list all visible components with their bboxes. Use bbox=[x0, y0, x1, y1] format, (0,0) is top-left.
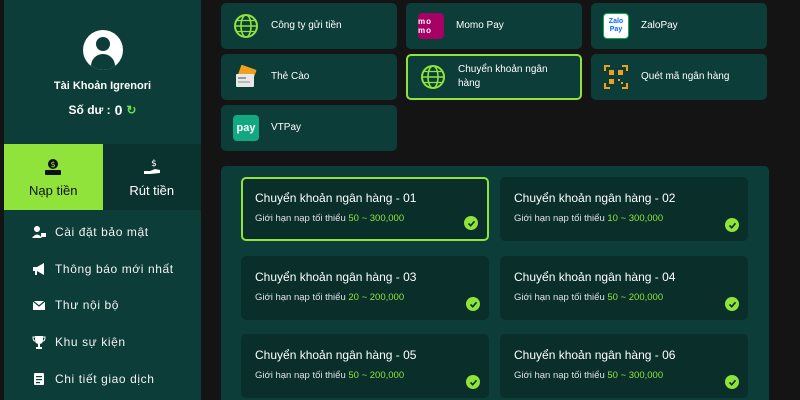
tab-deposit-label: Nạp tiền bbox=[29, 182, 78, 198]
megaphone-icon bbox=[32, 262, 46, 276]
channel-range: 50 ~ 300,000 bbox=[607, 370, 664, 381]
payment-method-label: Momo Pay bbox=[456, 20, 504, 31]
payment-method-bank-transfer[interactable]: Chuyển khoản ngân hàng bbox=[406, 54, 582, 100]
fund-tabs: $ Nạp tiền $ Rút tiền bbox=[4, 144, 201, 210]
payment-method-label: ZaloPay bbox=[641, 20, 678, 31]
payment-method-card[interactable]: Thẻ Cào bbox=[221, 54, 397, 100]
tab-withdraw-label: Rút tiền bbox=[129, 182, 175, 198]
channel-title: Chuyển khoản ngân hàng - 06 bbox=[514, 348, 676, 362]
mail-icon bbox=[32, 298, 46, 312]
payment-method-label: VTPay bbox=[271, 122, 302, 133]
channel-range: 20 ~ 200,000 bbox=[348, 292, 405, 303]
menu-item-label: Khu sự kiện bbox=[55, 335, 126, 350]
vtpay-icon: pay bbox=[233, 115, 259, 141]
channel-card-03[interactable]: Chuyển khoản ngân hàng - 03 Giới hạn nạp… bbox=[241, 256, 489, 320]
menu-item-inbox[interactable]: Thư nội bộ bbox=[4, 287, 201, 324]
check-icon bbox=[466, 375, 480, 389]
zalopay-icon: Zalo Pay bbox=[603, 13, 629, 39]
channel-limit: Giới hạn nạp tối thiểu 50 ~ 300,000 bbox=[255, 213, 405, 224]
payment-method-vtpay[interactable]: pay VTPay bbox=[221, 105, 397, 151]
channel-limit: Giới hạn nạp tối thiểu 50 ~ 200,000 bbox=[514, 292, 664, 303]
channel-panel: Chuyển khoản ngân hàng - 01 Giới hạn nạp… bbox=[221, 166, 769, 400]
deposit-page: Tài Khoản Igrenori Số dư : 0 ↻ $ Nạp tiề… bbox=[0, 0, 800, 400]
payment-method-label: Chuyển khoản ngân hàng bbox=[458, 64, 548, 89]
balance: Số dư : 0 ↻ bbox=[69, 102, 137, 118]
payment-method-momo[interactable]: mo mo Momo Pay bbox=[406, 3, 582, 49]
list-icon bbox=[32, 372, 46, 386]
card-icon bbox=[233, 64, 259, 90]
channel-range: 50 ~ 300,000 bbox=[348, 213, 405, 224]
hand-dollar-icon: $ bbox=[142, 157, 162, 177]
check-icon bbox=[725, 297, 739, 311]
payment-method-qr[interactable]: Quét mã ngân hàng bbox=[591, 54, 767, 100]
svg-text:$: $ bbox=[151, 159, 157, 169]
user-lock-icon bbox=[32, 225, 46, 239]
channel-title: Chuyển khoản ngân hàng - 04 bbox=[514, 270, 676, 284]
qr-icon bbox=[603, 64, 629, 90]
channel-card-06[interactable]: Chuyển khoản ngân hàng - 06 Giới hạn nạp… bbox=[500, 334, 748, 398]
channel-limit: Giới hạn nạp tối thiểu 50 ~ 200,000 bbox=[255, 370, 405, 381]
payment-method-company[interactable]: Công ty gửi tiền bbox=[221, 3, 397, 49]
sidebar: Tài Khoản Igrenori Số dư : 0 ↻ $ Nạp tiề… bbox=[4, 0, 201, 400]
globe-icon bbox=[420, 64, 446, 90]
check-icon bbox=[725, 218, 739, 232]
balance-value: 0 bbox=[114, 102, 123, 118]
wallet-icon: $ bbox=[43, 157, 63, 177]
channel-card-04[interactable]: Chuyển khoản ngân hàng - 04 Giới hạn nạp… bbox=[500, 256, 748, 320]
menu-item-transactions[interactable]: Chi tiết giao dịch bbox=[4, 360, 201, 397]
menu-item-security[interactable]: Cài đặt bảo mật bbox=[4, 214, 201, 251]
channel-title: Chuyển khoản ngân hàng - 05 bbox=[255, 348, 417, 362]
avatar-icon[interactable] bbox=[82, 30, 123, 70]
channel-title: Chuyển khoản ngân hàng - 02 bbox=[514, 191, 676, 205]
check-icon bbox=[466, 297, 480, 311]
channel-title: Chuyển khoản ngân hàng - 01 bbox=[255, 191, 417, 205]
tab-withdraw[interactable]: $ Rút tiền bbox=[102, 144, 201, 210]
menu-item-label: Thông báo mới nhất bbox=[55, 261, 174, 276]
payment-method-label: Thẻ Cào bbox=[271, 71, 310, 82]
check-icon bbox=[725, 375, 739, 389]
tab-deposit[interactable]: $ Nạp tiền bbox=[4, 144, 103, 210]
menu-item-label: Chi tiết giao dịch bbox=[55, 371, 155, 386]
channel-range: 50 ~ 200,000 bbox=[348, 370, 405, 381]
channel-card-01[interactable]: Chuyển khoản ngân hàng - 01 Giới hạn nạp… bbox=[241, 177, 489, 241]
trophy-icon bbox=[32, 335, 46, 350]
channel-limit: Giới hạn nạp tối thiểu 20 ~ 200,000 bbox=[255, 292, 405, 303]
channel-card-05[interactable]: Chuyển khoản ngân hàng - 05 Giới hạn nạp… bbox=[241, 334, 489, 398]
payment-method-label: Quét mã ngân hàng bbox=[641, 71, 730, 82]
menu-item-label: Thư nội bộ bbox=[55, 298, 120, 313]
check-icon bbox=[464, 216, 478, 230]
channel-limit: Giới hạn nạp tối thiểu 10 ~ 300,000 bbox=[514, 213, 664, 224]
menu-item-events[interactable]: Khu sự kiện bbox=[4, 324, 201, 361]
channel-range: 50 ~ 200,000 bbox=[607, 292, 664, 303]
sidebar-menu: Cài đặt bảo mật Thông báo mới nhất Thư n… bbox=[4, 214, 201, 397]
momo-icon: mo mo bbox=[418, 13, 444, 39]
balance-label: Số dư : bbox=[68, 103, 111, 117]
svg-text:$: $ bbox=[51, 160, 56, 169]
channel-range: 10 ~ 300,000 bbox=[607, 213, 664, 224]
refresh-icon[interactable]: ↻ bbox=[126, 103, 136, 117]
profile-panel: Tài Khoản Igrenori Số dư : 0 ↻ bbox=[4, 0, 201, 144]
menu-item-label: Cài đặt bảo mật bbox=[55, 225, 149, 240]
payment-method-label: Công ty gửi tiền bbox=[271, 20, 342, 31]
account-name: Tài Khoản Igrenori bbox=[53, 80, 152, 92]
payment-method-zalopay[interactable]: Zalo Pay ZaloPay bbox=[591, 3, 767, 49]
channel-title: Chuyển khoản ngân hàng - 03 bbox=[255, 270, 417, 284]
channel-limit: Giới hạn nạp tối thiểu 50 ~ 300,000 bbox=[514, 370, 664, 381]
channel-card-02[interactable]: Chuyển khoản ngân hàng - 02 Giới hạn nạp… bbox=[500, 177, 748, 241]
menu-item-notifications[interactable]: Thông báo mới nhất bbox=[4, 251, 201, 288]
globe-icon bbox=[233, 13, 259, 39]
